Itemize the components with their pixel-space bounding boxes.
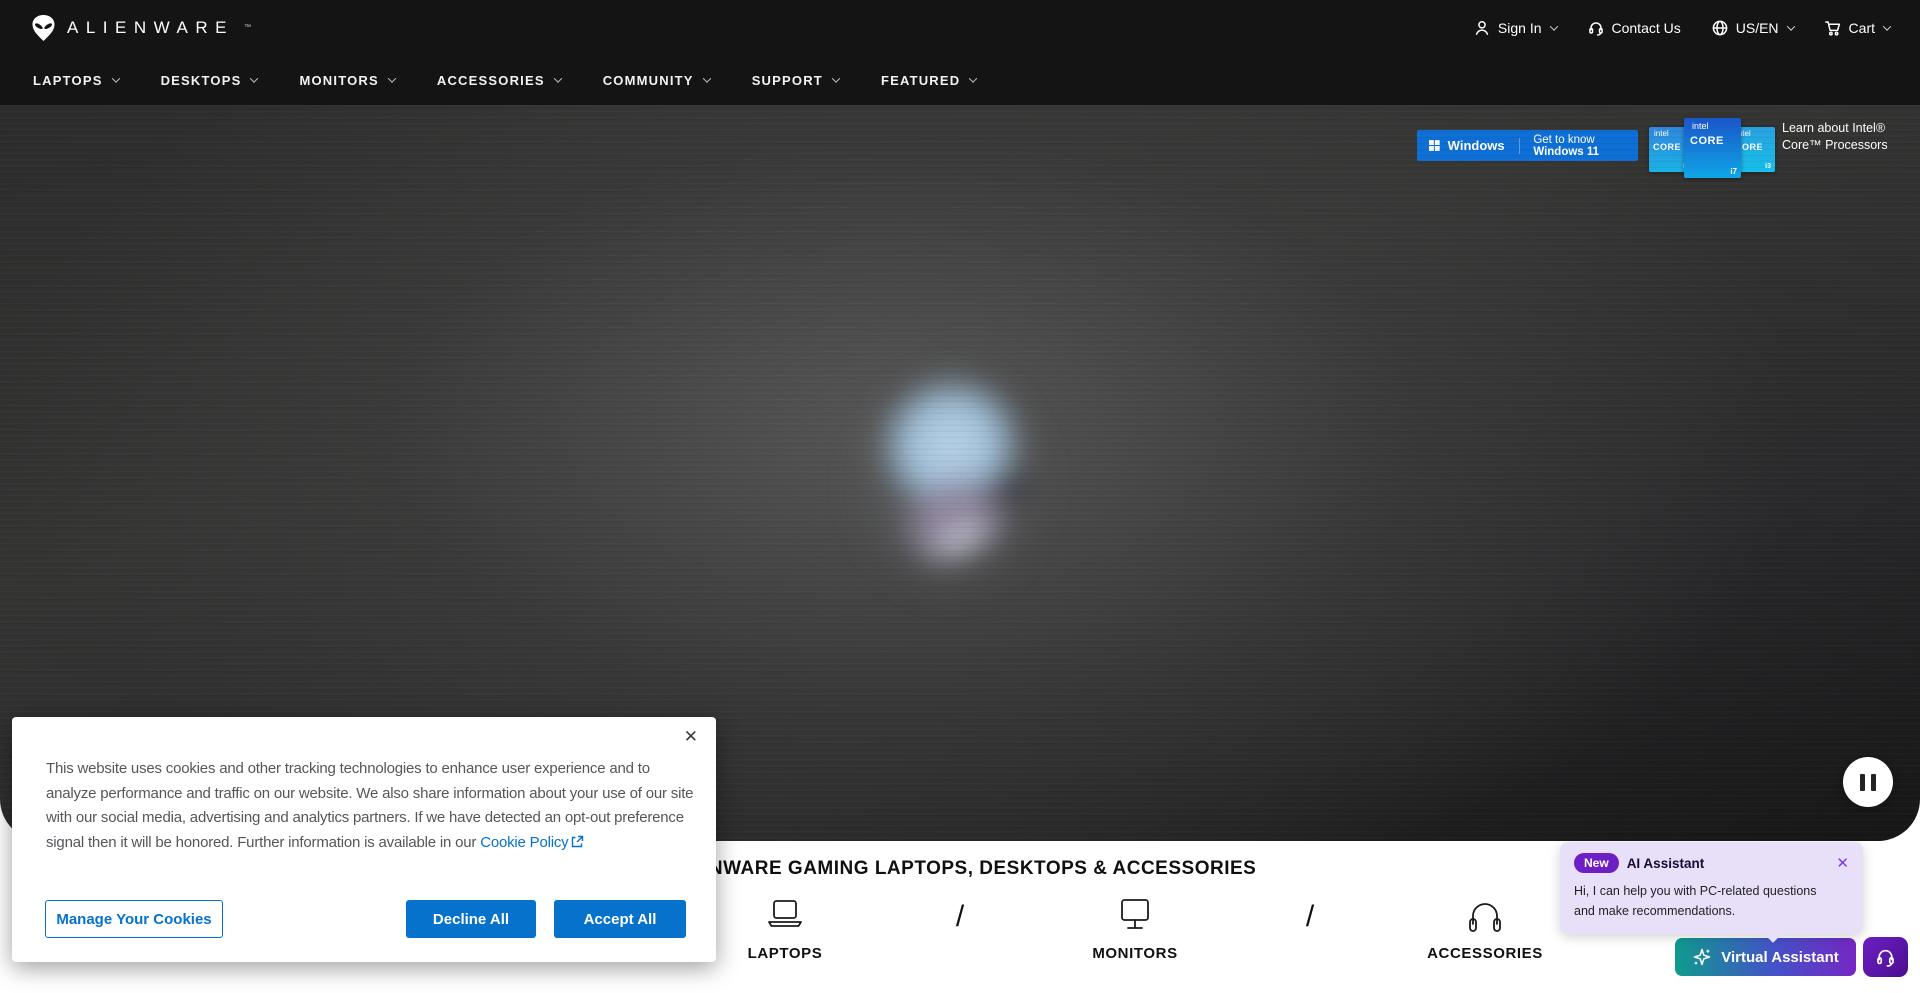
intel-learn-link[interactable]: Learn about Intel® Core™ Processors <box>1782 120 1888 154</box>
globe-icon <box>1711 19 1729 37</box>
external-link-icon <box>571 835 584 848</box>
headphones-icon <box>1462 894 1508 936</box>
locale-selector[interactable]: US/EN <box>1711 19 1794 37</box>
ai-assistant-popup: New AI Assistant ✕ Hi, I can help you wi… <box>1560 842 1863 934</box>
person-icon <box>1473 19 1491 37</box>
blurred-alien-head <box>840 340 1080 700</box>
laptop-icon <box>762 894 808 936</box>
locale-label: US/EN <box>1736 20 1779 36</box>
chevron-down-icon <box>1786 22 1794 30</box>
pause-video-button[interactable] <box>1843 757 1893 807</box>
category-separator: / <box>900 894 1020 940</box>
nav-label: DESKTOPS <box>161 73 242 88</box>
headset-chat-icon <box>1874 946 1897 969</box>
chevron-down-icon <box>250 74 258 82</box>
category-monitors[interactable]: MONITORS <box>1020 894 1250 962</box>
pause-icon <box>1860 774 1865 791</box>
contact-us-label: Contact Us <box>1612 20 1681 36</box>
windows-badge-text: Get to know Windows 11 <box>1533 134 1626 158</box>
nav-item-community[interactable]: COMMUNITY <box>603 73 710 88</box>
chevron-down-icon <box>702 74 710 82</box>
monitor-icon <box>1112 894 1158 936</box>
utility-nav: Sign In Contact Us US/EN <box>1473 19 1890 37</box>
alienware-homepage: ALIENWARE ™ Sign In Contact Us <box>0 0 1920 993</box>
sign-in-button[interactable]: Sign In <box>1473 19 1557 37</box>
cart-icon <box>1824 19 1842 37</box>
nav-item-desktops[interactable]: DESKTOPS <box>161 73 258 88</box>
intel-core-badges: intel core i5 intel core i7 intel core i… <box>1649 118 1775 180</box>
category-label: MONITORS <box>1092 945 1177 962</box>
cart-label: Cart <box>1849 20 1875 36</box>
nav-label: LAPTOPS <box>33 73 103 88</box>
nav-label: SUPPORT <box>752 73 823 88</box>
divider <box>1519 138 1520 154</box>
manage-cookies-button[interactable]: Manage Your Cookies <box>45 900 223 938</box>
intel-core-i7-badge: intel core i7 <box>1684 118 1741 178</box>
nav-item-featured[interactable]: FEATURED <box>881 73 976 88</box>
windows-brand-label: Windows <box>1448 138 1505 153</box>
main-nav: LAPTOPS DESKTOPS MONITORS ACCESSORIES CO… <box>0 55 1920 105</box>
sparkle-icon <box>1692 947 1712 967</box>
close-icon[interactable]: ✕ <box>684 727 698 747</box>
cart-button[interactable]: Cart <box>1824 19 1890 37</box>
contact-us-button[interactable]: Contact Us <box>1587 19 1681 37</box>
top-bar: ALIENWARE ™ Sign In Contact Us <box>0 0 1920 55</box>
chevron-down-icon <box>111 74 119 82</box>
cookie-policy-link[interactable]: Cookie Policy <box>480 834 584 851</box>
category-label: ACCESSORIES <box>1427 945 1543 962</box>
nav-item-accessories[interactable]: ACCESSORIES <box>437 73 561 88</box>
intel-caption-line2: Core™ Processors <box>1782 137 1888 154</box>
chevron-down-icon <box>1549 22 1557 30</box>
nav-item-support[interactable]: SUPPORT <box>752 73 839 88</box>
chevron-down-icon <box>388 74 396 82</box>
nav-label: MONITORS <box>299 73 378 88</box>
close-icon[interactable]: ✕ <box>1836 854 1849 872</box>
chevron-down-icon <box>553 74 561 82</box>
nav-label: COMMUNITY <box>603 73 694 88</box>
chevron-down-icon <box>1883 22 1891 30</box>
decline-all-button[interactable]: Decline All <box>406 900 536 938</box>
category-separator: / <box>1250 894 1370 940</box>
cookie-message: This website uses cookies and other trac… <box>46 757 701 855</box>
sign-in-label: Sign In <box>1498 20 1542 36</box>
support-chat-button[interactable] <box>1863 937 1908 977</box>
nav-item-monitors[interactable]: MONITORS <box>299 73 394 88</box>
alienware-logo[interactable]: ALIENWARE ™ <box>30 14 251 42</box>
trademark: ™ <box>244 24 251 31</box>
nav-item-laptops[interactable]: LAPTOPS <box>33 73 119 88</box>
category-label: LAPTOPS <box>748 945 823 962</box>
chevron-down-icon <box>969 74 977 82</box>
windows-logo-icon <box>1429 138 1440 153</box>
chevron-down-icon <box>832 74 840 82</box>
windows-11-badge[interactable]: Windows Get to know Windows 11 <box>1417 130 1638 161</box>
ai-assistant-message: Hi, I can help you with PC-related quest… <box>1574 882 1849 921</box>
new-badge: New <box>1574 853 1619 873</box>
ai-popup-header: New AI Assistant ✕ <box>1574 853 1849 873</box>
nav-label: FEATURED <box>881 73 960 88</box>
brand-wordmark: ALIENWARE <box>67 18 234 38</box>
alien-head-icon <box>30 14 57 42</box>
cookie-consent-dialog: ✕ This website uses cookies and other tr… <box>12 717 716 962</box>
virtual-assistant-button[interactable]: Virtual Assistant <box>1675 938 1856 976</box>
accept-all-button[interactable]: Accept All <box>554 900 686 938</box>
nav-label: ACCESSORIES <box>437 73 545 88</box>
virtual-assistant-label: Virtual Assistant <box>1721 949 1839 966</box>
ai-assistant-title: AI Assistant <box>1627 856 1705 871</box>
headset-icon <box>1587 19 1605 37</box>
cookie-actions: Manage Your Cookies Decline All Accept A… <box>45 900 686 938</box>
pause-icon <box>1871 774 1876 791</box>
intel-caption-line1: Learn about Intel® <box>1782 120 1888 137</box>
